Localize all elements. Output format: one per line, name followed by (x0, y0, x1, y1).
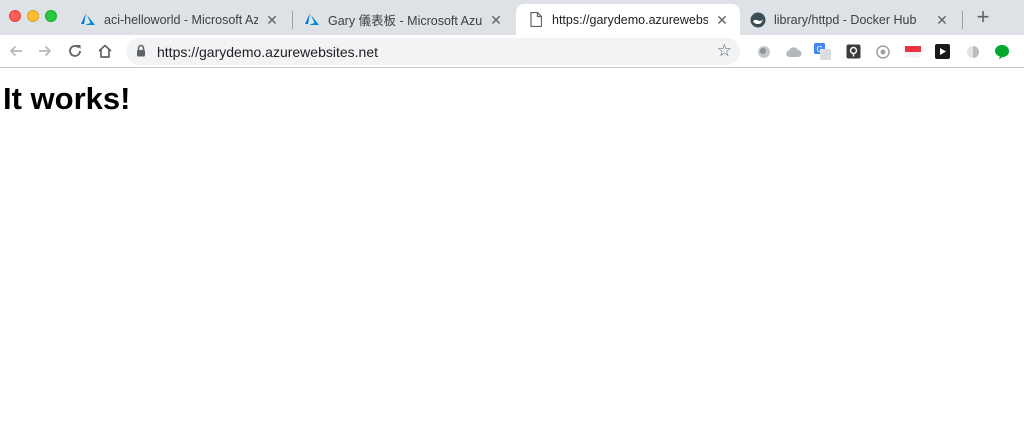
cloud-icon[interactable] (785, 43, 802, 60)
tab-aci-helloworld[interactable]: aci-helloworld - Microsoft Azure ✕ (68, 4, 290, 35)
url-text[interactable]: https://garydemo.azurewebsites.net (157, 44, 378, 60)
maximize-window-button[interactable] (45, 10, 57, 22)
play-icon[interactable] (934, 43, 951, 60)
evernote-icon[interactable] (993, 43, 1010, 60)
tab-separator (962, 11, 963, 29)
azure-icon (80, 12, 96, 28)
close-tab-icon[interactable]: ✕ (934, 12, 950, 28)
tab-strip: aci-helloworld - Microsoft Azure ✕ Gary … (0, 0, 1024, 35)
tab-garydemo-active[interactable]: https://garydemo.azurewebsites.net ✕ (516, 4, 740, 35)
azure-icon (304, 12, 320, 28)
new-tab-button[interactable]: + (971, 6, 995, 30)
tab-title: library/httpd - Docker Hub (774, 12, 917, 27)
home-icon (98, 44, 112, 58)
close-tab-icon[interactable]: ✕ (264, 12, 280, 28)
svg-text:G: G (817, 45, 823, 54)
forward-button[interactable] (34, 40, 56, 62)
translate-icon[interactable]: G (814, 43, 831, 60)
web-page-content: It works! (0, 69, 1024, 443)
tab-gary-dashboard[interactable]: Gary 儀表板 - Microsoft Azure ✕ (292, 4, 514, 35)
flag-icon[interactable] (904, 43, 921, 60)
page-heading: It works! (3, 81, 131, 116)
tab-title: https://garydemo.azurewebsites.net (552, 12, 708, 27)
pocket-icon[interactable] (845, 43, 862, 60)
close-tab-icon[interactable]: ✕ (488, 12, 504, 28)
reload-button[interactable] (64, 40, 86, 62)
docker-hub-icon (750, 12, 766, 28)
reload-icon (69, 45, 81, 57)
home-button[interactable] (94, 40, 116, 62)
page-icon (528, 12, 544, 28)
browser-toolbar: https://garydemo.azurewebsites.net ☆ G (0, 35, 1024, 68)
tab-title: Gary 儀表板 - Microsoft Azure (328, 14, 482, 28)
toggle-icon[interactable] (964, 43, 981, 60)
back-button[interactable] (5, 40, 27, 62)
arrow-left-icon (9, 45, 22, 57)
close-window-button[interactable] (9, 10, 21, 22)
minimize-window-button[interactable] (27, 10, 39, 22)
close-tab-icon[interactable]: ✕ (714, 12, 730, 28)
bookmark-star-icon[interactable]: ☆ (717, 42, 732, 60)
address-bar[interactable]: https://garydemo.azurewebsites.net ☆ (126, 38, 740, 65)
arrow-right-icon (39, 45, 52, 57)
tab-docker-hub[interactable]: library/httpd - Docker Hub ✕ (738, 4, 960, 35)
gray-circle-icon[interactable] (755, 43, 772, 60)
tab-title: aci-helloworld - Microsoft Azure (104, 12, 258, 27)
lock-icon[interactable] (136, 44, 146, 62)
record-icon[interactable] (874, 43, 891, 60)
